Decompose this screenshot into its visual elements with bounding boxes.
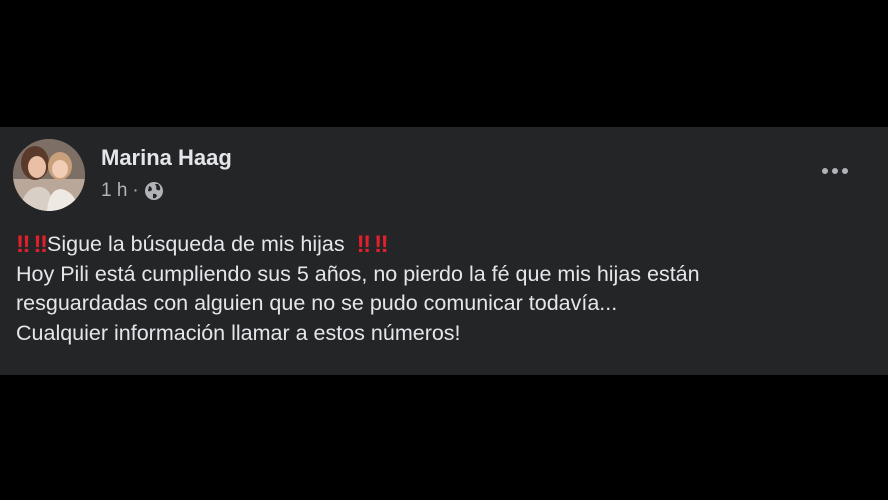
double-exclamation-icon: ‼ <box>33 231 48 258</box>
double-exclamation-icon: ‼ <box>16 231 30 258</box>
author-name[interactable]: Marina Haag <box>101 145 232 171</box>
double-exclamation-icon: ‼ <box>356 231 371 258</box>
post-headline: ‼ ‼Sigue la búsqueda de mis hijas ‼ ‼ <box>16 230 876 260</box>
author-avatar[interactable] <box>13 139 85 211</box>
more-horizontal-icon <box>822 168 828 174</box>
double-exclamation-icon: ‼ <box>374 231 388 258</box>
globe-icon[interactable] <box>144 181 164 201</box>
post-line: Hoy Pili está cumpliendo sus 5 años, no … <box>16 261 700 286</box>
avatar-photo <box>13 139 85 211</box>
post-text: ‼ ‼Sigue la búsqueda de mis hijas ‼ ‼ Hoy … <box>16 230 876 348</box>
post-line: Cualquier información llamar a estos núm… <box>16 320 461 345</box>
headline-text: Sigue la búsqueda de mis hijas <box>47 232 345 256</box>
post-options-button[interactable] <box>812 157 858 185</box>
meta-separator: · <box>132 180 139 201</box>
post-card: Marina Haag 1 h · ‼ ‼Sigue la búsqueda de… <box>0 127 888 375</box>
post-timestamp[interactable]: 1 h <box>101 180 127 202</box>
post-line: resguardadas con alguien que no se pudo … <box>16 291 618 315</box>
post-meta: 1 h · <box>101 180 164 202</box>
